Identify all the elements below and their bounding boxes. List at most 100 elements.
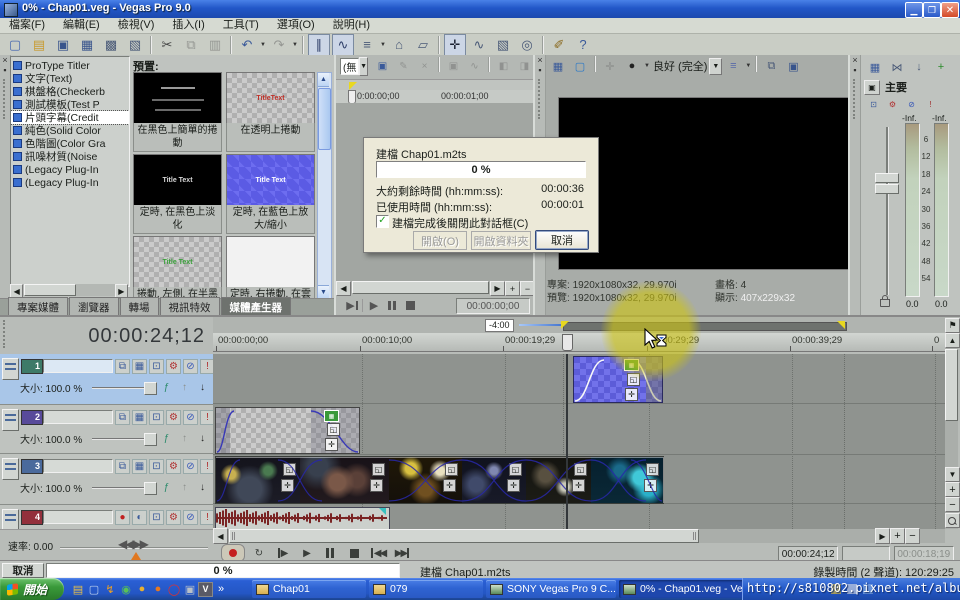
timeline-vscrollbar[interactable]: ▲ ▼ + − — [945, 333, 958, 529]
panel-grip[interactable]: × ▪ — [850, 55, 861, 315]
paste-icon[interactable]: ▥ — [204, 34, 226, 56]
minimize-button[interactable]: ▁ — [905, 2, 923, 18]
lock-envelopes-icon[interactable]: ⌂ — [388, 34, 410, 56]
menu-item[interactable]: 選項(O) — [268, 18, 324, 33]
preset-thumbnail[interactable]: TitleText — [226, 72, 315, 124]
video-events-track3[interactable]: ◱✛◱✛◱✛◱✛◱✛◱✛ — [215, 456, 664, 504]
automation-settings-icon[interactable]: ⊡ — [149, 510, 164, 525]
generator-item[interactable]: 純色(Solid Color — [11, 124, 129, 137]
ql-winamp-icon[interactable]: ↯ — [102, 581, 118, 597]
play-button[interactable]: ▶ — [365, 299, 383, 312]
generated-media-icon[interactable]: ▦ — [324, 410, 339, 422]
add-bus-icon[interactable]: + — [931, 57, 951, 77]
master-automation-icon[interactable]: ⊡ — [865, 96, 882, 113]
track-name-field[interactable] — [43, 359, 113, 373]
marker-bar[interactable]: -4:00 — [213, 317, 945, 334]
zoom-in-icon[interactable]: + — [890, 528, 905, 544]
solo-icon[interactable]: ! — [200, 459, 213, 474]
taskbar-button[interactable]: 0% - Chap01.veg - Ve... — [619, 580, 749, 598]
marker-tool-button[interactable]: ⚑ — [945, 318, 960, 333]
fade-down-icon[interactable]: ↓ — [196, 481, 209, 494]
master-solo-icon[interactable]: ! — [922, 96, 939, 113]
split-screen-icon[interactable]: ✛ — [600, 56, 620, 76]
start-button[interactable]: 開始 — [0, 578, 64, 600]
pause-button[interactable] — [319, 545, 341, 561]
ql-messenger-icon[interactable]: ◉ — [118, 581, 134, 597]
tab-專案媒體[interactable]: 專案媒體 — [8, 297, 68, 316]
scroll-thumb[interactable] — [318, 88, 331, 150]
save-icon[interactable]: ▣ — [52, 34, 74, 56]
timeline-hscrollbar[interactable]: ◀ ▶ + − — [213, 529, 945, 543]
fade-down-icon[interactable]: ↓ — [196, 432, 209, 445]
open-folder-button[interactable]: 開啟資料夾 — [471, 231, 531, 250]
cancel-render-button[interactable]: 取消 — [2, 563, 44, 578]
composite-mode-icon[interactable]: ▦ — [132, 410, 147, 425]
event-pan-icon[interactable]: ✛ — [370, 479, 383, 492]
undo-dropdown-icon[interactable]: ▼ — [259, 42, 267, 48]
scroll-down-icon[interactable]: ▼ — [318, 285, 329, 299]
open-in-editor-icon[interactable]: ▧ — [124, 34, 146, 56]
fx-badge-icon[interactable]: ƒ — [160, 481, 173, 494]
event-pan-icon[interactable]: ✛ — [281, 479, 294, 492]
trimmer-ruler[interactable]: 0:00:00;00 00:00:01;00 — [336, 90, 535, 104]
snap-toggle-icon[interactable]: ∥ — [308, 34, 330, 56]
go-to-end-button[interactable]: ▶▶ — [391, 545, 413, 561]
track-minimize-button[interactable] — [2, 409, 19, 431]
fade-up-icon[interactable]: ↑ — [178, 432, 191, 445]
generator-item[interactable]: 訊噪材質(Noise — [11, 150, 129, 163]
preview-quality-label[interactable]: 良好 (完全) — [653, 58, 707, 74]
loop-playback-button[interactable]: ↻ — [247, 545, 269, 561]
event-crop-icon[interactable]: ◱ — [372, 463, 385, 476]
split-icon[interactable]: ∿ — [465, 57, 484, 76]
menu-item[interactable]: 工具(T) — [214, 18, 268, 33]
track-fx-icon[interactable]: ⚙ — [166, 510, 181, 525]
current-time-display[interactable]: 00:00:24;12 — [88, 325, 205, 348]
preset-thumbnail[interactable] — [226, 236, 315, 288]
trimmer-hscrollbar[interactable]: ◀ ▶ + − — [336, 281, 535, 294]
external-monitor-icon[interactable]: ▢ — [570, 56, 590, 76]
event-crop-icon[interactable]: ◱ — [445, 463, 458, 476]
tab-轉場[interactable]: 轉場 — [120, 297, 159, 316]
generator-item[interactable]: ProType Titler — [11, 59, 129, 72]
audio-fade-handle-icon[interactable] — [379, 508, 386, 515]
preset-thumbnail[interactable]: Title Text — [226, 154, 315, 206]
automation-settings-icon[interactable]: ⊡ — [149, 410, 164, 425]
track-number-chip[interactable]: 3 — [21, 459, 43, 474]
presets-vscrollbar[interactable]: ▲ ▼ — [317, 72, 332, 300]
generator-item[interactable]: (Legacy Plug-In — [11, 163, 129, 176]
arm-record-icon[interactable]: ● — [115, 510, 130, 525]
taskbar-button[interactable]: 079 — [369, 580, 483, 598]
param-slider-handle[interactable] — [144, 482, 157, 495]
open-button[interactable]: 開啟(O) — [413, 231, 467, 250]
event-pan-icon[interactable]: ✛ — [325, 438, 338, 451]
properties-icon[interactable]: ▩ — [100, 34, 122, 56]
close-panel-icon[interactable]: × — [0, 55, 10, 65]
ql-opera-icon[interactable]: ◯ — [166, 581, 182, 597]
stop-button[interactable] — [343, 545, 365, 561]
trimmer-properties-icon[interactable]: ▣ — [373, 57, 392, 76]
playhead[interactable] — [566, 354, 568, 529]
event-crop-icon[interactable]: ◱ — [283, 463, 296, 476]
track-header-2[interactable]: 2⧉▦⊡⚙⊘!大小: 100.0 %ƒ↑↓ — [0, 405, 213, 454]
go-to-start-button[interactable]: ◀◀ — [367, 545, 389, 561]
scroll-thumb[interactable] — [352, 281, 489, 294]
event-pan-icon[interactable]: ✛ — [572, 479, 585, 492]
track-number-chip[interactable]: 1 — [21, 359, 43, 374]
preview-properties-icon[interactable]: ▦ — [548, 56, 568, 76]
pin-panel-icon[interactable]: ▪ — [0, 65, 10, 75]
preset-thumbnail[interactable]: Title Text — [133, 154, 222, 206]
normal-edit-tool-icon[interactable]: ✛ — [444, 34, 466, 56]
redo-icon[interactable]: ↷ — [268, 34, 290, 56]
mixer-properties-icon[interactable]: ▦ — [865, 57, 885, 77]
shuttle-handle[interactable]: ◀◀▶▶ — [118, 537, 147, 551]
param-slider-handle[interactable] — [144, 382, 157, 395]
master-fader-handle[interactable] — [875, 173, 899, 192]
menu-item[interactable]: 插入(I) — [163, 18, 213, 33]
scroll-right-icon[interactable]: ▶ — [490, 281, 505, 296]
zoom-in-icon[interactable]: + — [505, 281, 520, 296]
track-header-1[interactable]: 1⧉▦⊡⚙⊘!大小: 100.0 %ƒ↑↓ — [0, 354, 213, 405]
menu-item[interactable]: 編輯(E) — [54, 18, 109, 33]
scroll-right-icon[interactable]: ▶ — [875, 528, 890, 544]
scroll-thumb[interactable] — [945, 349, 958, 421]
scroll-left-icon[interactable]: ◀ — [336, 281, 351, 296]
